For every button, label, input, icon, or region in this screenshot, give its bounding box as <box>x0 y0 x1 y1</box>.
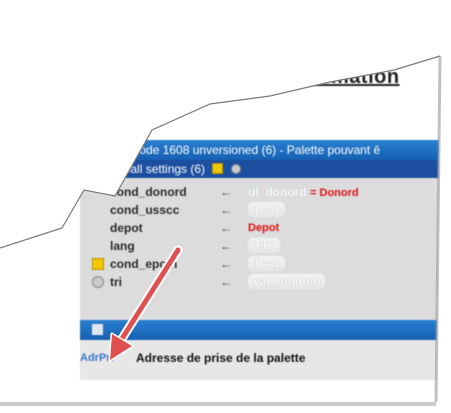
callout-arrow-icon <box>108 245 183 362</box>
torn-edge-outline <box>0 55 442 406</box>
